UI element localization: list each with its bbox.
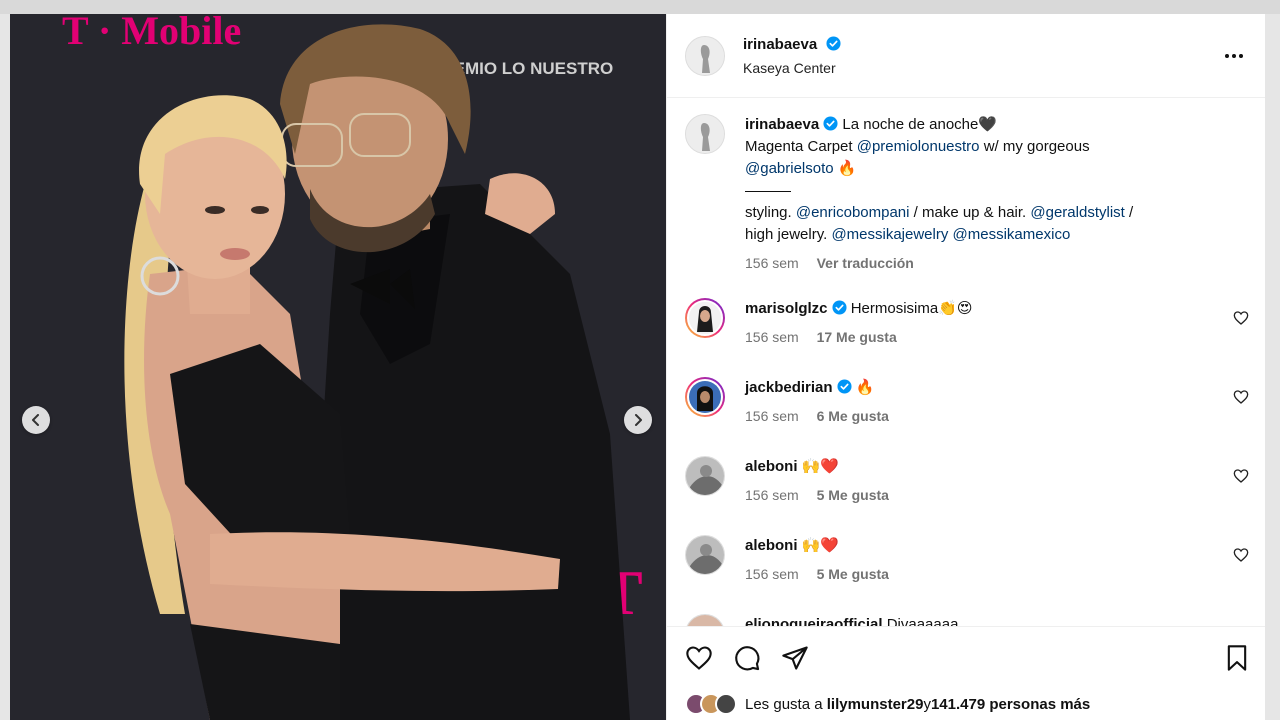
more-options-button[interactable]: [1219, 41, 1249, 71]
avatar-image: [689, 302, 721, 334]
previous-image-button[interactable]: [22, 406, 50, 434]
likes-prefix: Les gusta a: [745, 695, 823, 713]
post-media[interactable]: T · Mobile PREMIO LO NUESTRO T: [10, 14, 666, 720]
comment-item: marisolglzc Hermosisima👏😍 156 sem 17 Me …: [685, 298, 1249, 377]
save-button[interactable]: [1217, 641, 1251, 675]
comment-text: Hermosisima👏😍: [850, 300, 973, 317]
avatar-image: [686, 115, 724, 153]
comment-author[interactable]: elionogueiraofficial: [745, 616, 883, 626]
comment-timestamp[interactable]: 156 sem: [745, 487, 799, 503]
like-button[interactable]: [685, 641, 719, 675]
heart-icon: [686, 645, 712, 670]
caption-text: La noche de anoche🖤: [842, 116, 998, 133]
avatar[interactable]: [685, 298, 725, 338]
chevron-right-icon: [635, 414, 642, 426]
avatar-image: [686, 536, 724, 574]
caption-text: Magenta Carpet: [745, 138, 857, 155]
heart-icon[interactable]: [1233, 468, 1249, 484]
post-author-username[interactable]: irinabaeva: [743, 36, 817, 53]
comment-text: 🔥: [855, 379, 875, 396]
post-header: irinabaeva Kaseya Center: [667, 14, 1265, 98]
comment-item: aleboni 🙌❤️ 156 sem 5 Me gusta: [685, 456, 1249, 535]
caption-author[interactable]: irinabaeva: [745, 116, 819, 133]
mention-link[interactable]: @messikamexico: [953, 226, 1071, 243]
caption-text: w/ my gorgeous: [979, 138, 1090, 155]
comment-likes-count[interactable]: 17 Me gusta: [817, 329, 897, 345]
post-side-panel: irinabaeva Kaseya Center irinabaeva La n…: [666, 14, 1265, 720]
caption-text: high jewelry.: [745, 226, 832, 243]
comment-author[interactable]: aleboni: [745, 537, 798, 554]
post-location[interactable]: Kaseya Center: [743, 60, 1219, 76]
likes-mid: y: [923, 695, 931, 713]
comment-text: Divaaaaaa: [886, 616, 959, 626]
avatar: [715, 693, 737, 715]
avatar-image: [689, 381, 721, 413]
likes-summary[interactable]: Les gusta a lilymunster29 y 141.479 pers…: [667, 688, 1265, 720]
comment-item: aleboni 🙌❤️ 156 sem 5 Me gusta: [685, 535, 1249, 614]
avatar[interactable]: [685, 614, 725, 626]
likes-count[interactable]: 141.479 personas más: [931, 696, 1090, 713]
caption-timestamp[interactable]: 156 sem: [745, 255, 799, 271]
caption: irinabaeva La noche de anoche🖤 Magenta C…: [685, 114, 1249, 274]
avatar-image: [686, 457, 724, 495]
comment-item: jackbedirian 🔥 156 sem 6 Me gusta: [685, 377, 1249, 456]
heart-icon[interactable]: [1233, 547, 1249, 563]
comment-author[interactable]: marisolglzc: [745, 300, 828, 317]
comment-button[interactable]: [733, 641, 767, 675]
comment-timestamp[interactable]: 156 sem: [745, 408, 799, 424]
comment-text: 🙌❤️: [801, 537, 840, 554]
avatar[interactable]: [685, 456, 725, 496]
comment-likes-count[interactable]: 5 Me gusta: [817, 487, 889, 503]
avatar[interactable]: [685, 535, 725, 575]
bookmark-icon: [1227, 644, 1247, 671]
mention-link[interactable]: @premiolonuestro: [857, 138, 980, 155]
share-button[interactable]: [781, 641, 815, 675]
verified-icon: [826, 35, 841, 51]
backdrop-left-edge: [0, 14, 10, 720]
likers-avatars: [685, 693, 737, 715]
caption-text: / make up & hair.: [909, 204, 1031, 221]
more-icon: [1225, 53, 1243, 58]
comment-likes-count[interactable]: 6 Me gusta: [817, 408, 889, 424]
next-image-button[interactable]: [624, 406, 652, 434]
backdrop-strip: [0, 0, 1280, 14]
verified-icon: [823, 116, 838, 131]
post-actions-bar: [667, 626, 1265, 688]
share-icon: [782, 645, 808, 670]
caption-text: /: [1124, 204, 1134, 221]
caption-text: 🔥: [833, 160, 857, 177]
avatar[interactable]: [685, 35, 725, 76]
caption-divider: [745, 190, 791, 192]
couple-photo: [124, 24, 630, 720]
verified-icon: [832, 300, 847, 315]
backdrop-right-edge: [1265, 14, 1280, 720]
liker-username[interactable]: lilymunster29: [827, 696, 924, 713]
comment-timestamp[interactable]: 156 sem: [745, 566, 799, 582]
chevron-left-icon: [32, 414, 39, 426]
avatar-image: [686, 36, 724, 75]
mention-link[interactable]: @gabrielsoto: [745, 160, 834, 177]
comment-item: elionogueiraofficial Divaaaaaa: [685, 614, 1249, 626]
comment-text: 🙌❤️: [801, 458, 840, 475]
avatar[interactable]: [685, 114, 725, 154]
heart-icon[interactable]: [1233, 389, 1249, 405]
comment-author[interactable]: aleboni: [745, 458, 798, 475]
avatar-image: [686, 615, 724, 626]
verified-icon: [837, 379, 852, 394]
caption-text: styling.: [745, 204, 796, 221]
mention-link[interactable]: @messikajewelry: [831, 226, 948, 243]
comment-author[interactable]: jackbedirian: [745, 379, 833, 396]
comment-timestamp[interactable]: 156 sem: [745, 329, 799, 345]
see-translation-link[interactable]: Ver traducción: [817, 255, 914, 271]
mention-link[interactable]: @geraldstylist: [1030, 204, 1124, 221]
comment-icon: [735, 645, 760, 670]
avatar[interactable]: [685, 377, 725, 417]
comments-list[interactable]: irinabaeva La noche de anoche🖤 Magenta C…: [667, 98, 1265, 626]
comment-likes-count[interactable]: 5 Me gusta: [817, 566, 889, 582]
heart-icon[interactable]: [1233, 310, 1249, 326]
post-modal: T · Mobile PREMIO LO NUESTRO T irinabaev…: [10, 14, 1265, 720]
mention-link[interactable]: @enricobompani: [796, 204, 910, 221]
